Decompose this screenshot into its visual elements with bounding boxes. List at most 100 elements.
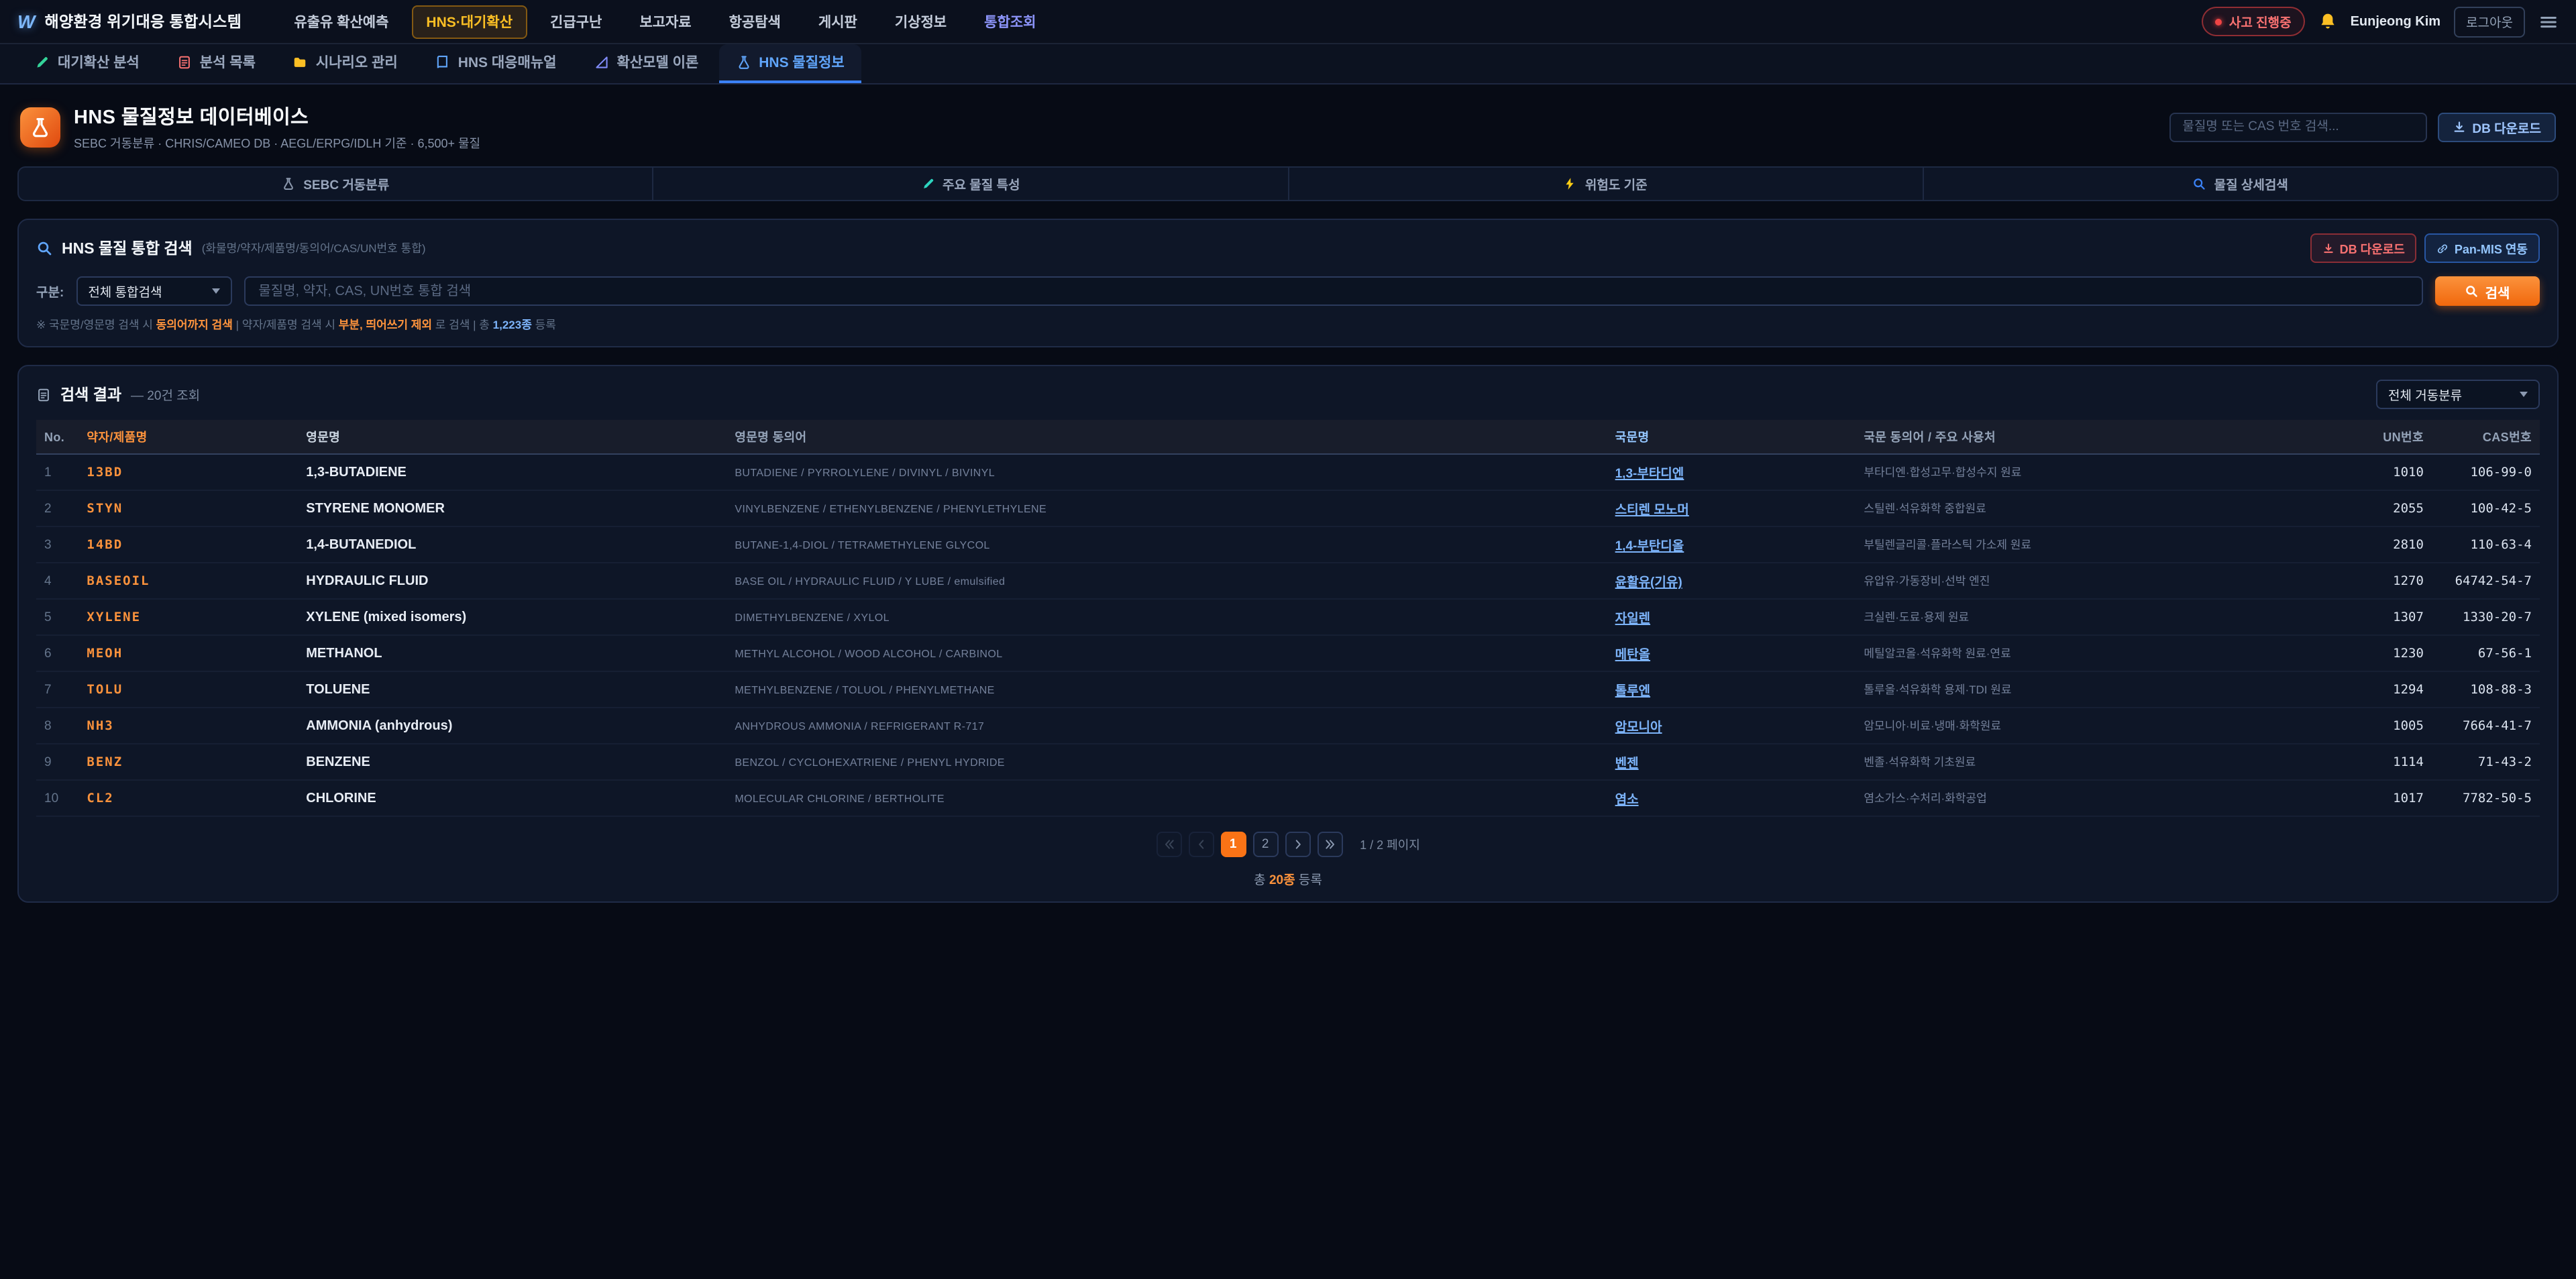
prev-page-button[interactable]	[1188, 832, 1214, 857]
note-highlight: 동의어까지 검색	[156, 318, 233, 331]
tab-label: 대기확산 분석	[58, 52, 140, 72]
search-icon	[2193, 177, 2206, 190]
cell-cas: 7782-50-5	[2432, 780, 2540, 816]
substance-link[interactable]: 윤활유(기유)	[1615, 575, 1682, 590]
cell-usage: 암모니아·비료·냉매·화학원료	[1856, 708, 2337, 744]
tab-analysis-list[interactable]: 분석 목록	[160, 44, 273, 83]
substance-link[interactable]: 염소	[1615, 793, 1639, 808]
page-content: HNS 물질정보 데이터베이스 SEBC 거동분류 · CHRIS/CAMEO …	[0, 85, 2576, 903]
cell-no: 9	[36, 744, 78, 780]
cell-cas: 64742-54-7	[2432, 563, 2540, 599]
unified-search-input[interactable]	[244, 276, 2423, 306]
nav-item-hns-dispersion[interactable]: HNS·대기확산	[411, 5, 527, 38]
search-button-label: 검색	[2485, 281, 2510, 301]
cell-no: 7	[36, 671, 78, 708]
nav-item-rescue[interactable]: 긴급구난	[535, 5, 616, 38]
cell-abbr: CL2	[78, 780, 298, 816]
nav-item-reports[interactable]: 보고자료	[625, 5, 706, 38]
section-substance-properties[interactable]: 주요 물질 특성	[653, 168, 1288, 200]
results-panel: 검색 결과 — 20건 조회 전체 거동분류 No. 약자/제품명 영문명 영문…	[17, 365, 2559, 903]
nav-item-integrated-lookup[interactable]: 통합조회	[969, 5, 1051, 38]
table-row: 8 NH3 AMMONIA (anhydrous) ANHYDROUS AMMO…	[36, 708, 2540, 744]
cell-no: 4	[36, 563, 78, 599]
incident-dot-icon	[2216, 18, 2222, 25]
tab-model-theory[interactable]: 확산모델 이론	[576, 44, 716, 83]
page-title-group: HNS 물질정보 데이터베이스 SEBC 거동분류 · CHRIS/CAMEO …	[74, 102, 480, 152]
nav-item-weather[interactable]: 기상정보	[880, 5, 961, 38]
section-detail-search[interactable]: 물질 상세검색	[1923, 168, 2558, 200]
document-icon	[36, 387, 51, 402]
bell-icon[interactable]	[2318, 12, 2337, 31]
cell-cas: 1330-20-7	[2432, 599, 2540, 635]
cell-usage: 염소가스·수처리·화학공업	[1856, 780, 2337, 816]
total-count: 20종	[1269, 873, 1295, 888]
cell-cas: 7664-41-7	[2432, 708, 2540, 744]
cell-usage: 크실렌·도료·용제 원료	[1856, 599, 2337, 635]
db-download-button[interactable]: DB 다운로드	[2310, 233, 2417, 263]
last-page-button[interactable]	[1317, 832, 1342, 857]
table-row: 5 XYLENE XYLENE (mixed isomers) DIMETHYL…	[36, 599, 2540, 635]
panmis-link-button[interactable]: Pan-MIS 연동	[2425, 233, 2540, 263]
cell-un: 1114	[2337, 744, 2431, 780]
classification-filter-select[interactable]: 전체 거동분류	[2376, 380, 2540, 409]
menu-icon[interactable]	[2538, 11, 2559, 32]
db-download-button[interactable]: DB 다운로드	[2437, 112, 2556, 142]
cell-abbr: STYN	[78, 490, 298, 526]
substance-link[interactable]: 1,4-부탄디올	[1615, 539, 1684, 554]
chevron-down-icon	[211, 288, 219, 294]
app-logo-icon: W	[17, 11, 35, 32]
search-button[interactable]: 검색	[2435, 276, 2540, 306]
page-button-2[interactable]: 2	[1252, 832, 1278, 857]
cell-usage: 부틸렌글리콜·플라스틱 가소제 원료	[1856, 526, 2337, 563]
search-category-select[interactable]: 전체 통합검색	[76, 276, 231, 306]
table-row: 6 MEOH METHANOL METHYL ALCOHOL / WOOD AL…	[36, 635, 2540, 671]
incident-status-badge[interactable]: 사고 진행중	[2202, 7, 2305, 36]
tab-hns-manual[interactable]: HNS 대응매뉴얼	[418, 44, 574, 83]
substance-link[interactable]: 벤젠	[1615, 757, 1639, 771]
header-search-input[interactable]	[2169, 112, 2426, 142]
cell-no: 6	[36, 635, 78, 671]
next-page-button[interactable]	[1285, 832, 1310, 857]
page-button-1[interactable]: 1	[1220, 832, 1246, 857]
substance-link[interactable]: 암모니아	[1615, 720, 1662, 735]
substance-link[interactable]: 스티렌 모노머	[1615, 503, 1689, 518]
cell-cas: 110-63-4	[2432, 526, 2540, 563]
substance-link[interactable]: 톨루엔	[1615, 684, 1650, 699]
cell-cas: 71-43-2	[2432, 744, 2540, 780]
nav-item-oil-spill[interactable]: 유출유 확산예측	[279, 5, 403, 38]
col-no: No.	[36, 420, 78, 454]
section-sebc-classification[interactable]: SEBC 거동분류	[19, 168, 653, 200]
table-row: 2 STYN STYRENE MONOMER VINYLBENZENE / ET…	[36, 490, 2540, 526]
substance-link[interactable]: 1,3-부타디엔	[1615, 467, 1684, 482]
cell-un: 1307	[2337, 599, 2431, 635]
substance-link[interactable]: 메탄올	[1615, 648, 1650, 663]
nav-item-aerial-search[interactable]: 항공탐색	[714, 5, 796, 38]
logout-button[interactable]: 로그아웃	[2454, 6, 2525, 37]
section-risk-criteria[interactable]: 위험도 기준	[1287, 168, 1923, 200]
tab-hns-substance-info[interactable]: HNS 물질정보	[718, 44, 861, 83]
app-title: 해양환경 위기대응 통합시스템	[44, 11, 241, 32]
topbar-right: 사고 진행중 Eunjeong Kim 로그아웃	[2202, 6, 2559, 37]
cell-abbr: NH3	[78, 708, 298, 744]
tab-label: 시나리오 관리	[316, 52, 398, 72]
bolt-icon	[1564, 177, 1577, 190]
cell-name-en: BENZENE	[298, 744, 727, 780]
table-row: 9 BENZ BENZENE BENZOL / CYCLOHEXATRIENE …	[36, 744, 2540, 780]
col-usage-kr: 국문 동의어 / 주요 사용처	[1856, 420, 2337, 454]
cell-synonyms: BUTANE-1,4-DIOL / TETRAMETHYLENE GLYCOL	[727, 526, 1607, 563]
nav-item-board[interactable]: 게시판	[804, 5, 872, 38]
page-info: 1 / 2 페이지	[1360, 836, 1420, 853]
tab-label: 확산모델 이론	[616, 52, 698, 72]
tab-dispersion-analysis[interactable]: 대기확산 분석	[17, 44, 157, 83]
substance-link[interactable]: 자일렌	[1615, 612, 1650, 626]
page-header: HNS 물질정보 데이터베이스 SEBC 거동분류 · CHRIS/CAMEO …	[17, 85, 2559, 166]
left-icon	[1195, 838, 1207, 850]
first-page-button[interactable]	[1156, 832, 1181, 857]
search-panel-header: HNS 물질 통합 검색 (화물명/약자/제품명/동의어/CAS/UN번호 통합…	[36, 233, 2540, 263]
selected-option: 전체 통합검색	[88, 282, 162, 300]
tab-scenario-management[interactable]: 시나리오 관리	[276, 44, 415, 83]
table-row: 10 CL2 CHLORINE MOLECULAR CHLORINE / BER…	[36, 780, 2540, 816]
results-count: — 20건 조회	[131, 385, 200, 404]
note-highlight: 부분, 띄어쓰기 제외	[339, 318, 432, 331]
folder-icon	[293, 55, 308, 70]
